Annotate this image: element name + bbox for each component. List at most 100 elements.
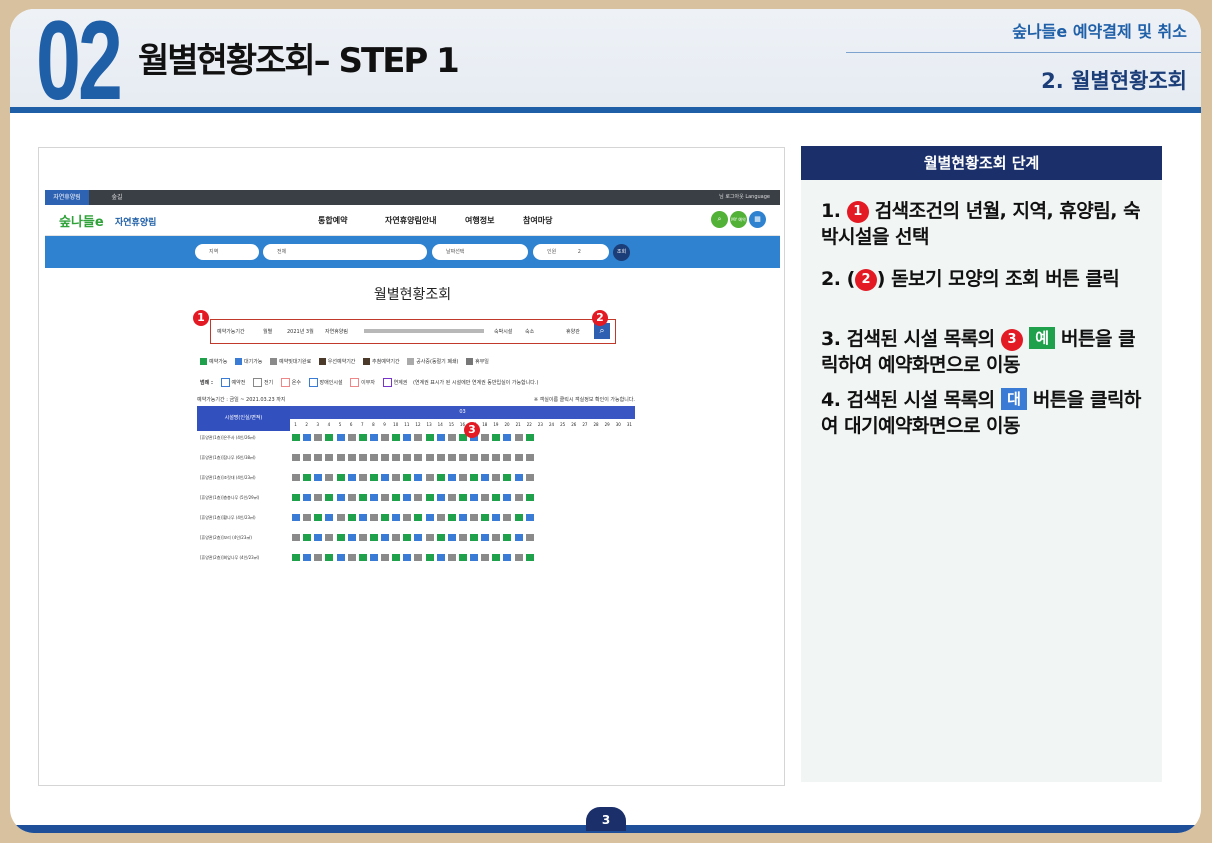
- availability-cell[interactable]: [381, 454, 390, 461]
- availability-cell[interactable]: [458, 454, 467, 461]
- top-links[interactable]: 님 로그아웃 Language: [719, 190, 770, 205]
- availability-cell[interactable]: [492, 514, 501, 521]
- availability-cell[interactable]: [425, 474, 434, 481]
- availability-cell[interactable]: [336, 554, 345, 561]
- facility-row-label[interactable]: [휴양관(2층)]회잎나무 (4인/23㎡): [200, 555, 259, 561]
- availability-cell[interactable]: [425, 554, 434, 561]
- availability-cell[interactable]: [447, 534, 456, 541]
- availability-cell[interactable]: [325, 494, 334, 501]
- availability-cell[interactable]: [503, 494, 512, 501]
- availability-cell[interactable]: [470, 554, 479, 561]
- availability-cell[interactable]: [425, 494, 434, 501]
- availability-cell[interactable]: [336, 494, 345, 501]
- availability-cell[interactable]: [358, 554, 367, 561]
- availability-cell[interactable]: [525, 534, 534, 541]
- availability-cell[interactable]: [492, 454, 501, 461]
- availability-cell[interactable]: [358, 474, 367, 481]
- availability-cell[interactable]: [503, 454, 512, 461]
- availability-cell[interactable]: [436, 514, 445, 521]
- availability-cell[interactable]: [292, 474, 300, 481]
- availability-cell[interactable]: [447, 474, 456, 481]
- availability-cell[interactable]: [403, 454, 412, 461]
- availability-cell[interactable]: [436, 554, 445, 561]
- availability-cell[interactable]: [358, 494, 367, 501]
- availability-cell[interactable]: [481, 514, 490, 521]
- availability-cell[interactable]: [481, 474, 490, 481]
- availability-cell[interactable]: [392, 454, 401, 461]
- availability-cell[interactable]: [425, 534, 434, 541]
- availability-cell[interactable]: [303, 514, 312, 521]
- availability-cell[interactable]: [381, 494, 390, 501]
- availability-cell[interactable]: [492, 494, 501, 501]
- availability-cell[interactable]: [292, 454, 300, 461]
- availability-cell[interactable]: [358, 454, 367, 461]
- availability-cell[interactable]: [503, 474, 512, 481]
- availability-cell[interactable]: [481, 434, 490, 441]
- menu-travel[interactable]: 여행정보: [465, 215, 494, 226]
- availability-cell[interactable]: [303, 494, 312, 501]
- facility-row-label[interactable]: [휴양관(1층)]은주사 (4인/26㎡): [200, 435, 256, 441]
- region-filter[interactable]: 자연휴양림: [325, 328, 348, 335]
- facility-row-label[interactable]: [휴양관(1층)]층층나무 (5인/29㎡): [200, 495, 259, 501]
- facility-row-label[interactable]: [휴양관(2층)]꼬리 (4인/23㎡): [200, 535, 252, 541]
- availability-cell[interactable]: [470, 474, 479, 481]
- availability-cell[interactable]: [358, 514, 367, 521]
- availability-cell[interactable]: [492, 434, 501, 441]
- availability-cell[interactable]: [458, 474, 467, 481]
- availability-cell[interactable]: [336, 514, 345, 521]
- availability-cell[interactable]: [347, 514, 356, 521]
- availability-cell[interactable]: [414, 434, 423, 441]
- availability-cell[interactable]: [314, 454, 323, 461]
- availability-cell[interactable]: [369, 534, 378, 541]
- menu-community[interactable]: 참여마당: [523, 215, 552, 226]
- availability-cell[interactable]: [347, 474, 356, 481]
- availability-cell[interactable]: [392, 474, 401, 481]
- availability-cell[interactable]: [336, 454, 345, 461]
- availability-cell[interactable]: [403, 514, 412, 521]
- availability-cell[interactable]: [447, 554, 456, 561]
- availability-cell[interactable]: [303, 474, 312, 481]
- availability-cell[interactable]: [292, 514, 300, 521]
- availability-cell[interactable]: [392, 514, 401, 521]
- availability-cell[interactable]: [314, 514, 323, 521]
- availability-cell[interactable]: [347, 454, 356, 461]
- availability-cell[interactable]: [447, 494, 456, 501]
- availability-cell[interactable]: [414, 454, 423, 461]
- availability-cell[interactable]: [436, 454, 445, 461]
- availability-cell[interactable]: [481, 554, 490, 561]
- availability-cell[interactable]: [369, 434, 378, 441]
- availability-cell[interactable]: [525, 494, 534, 501]
- availability-cell[interactable]: [481, 454, 490, 461]
- availability-cell[interactable]: [414, 474, 423, 481]
- menu-forest-info[interactable]: 자연휴양림안내: [385, 215, 437, 226]
- availability-cell[interactable]: [514, 434, 523, 441]
- availability-cell[interactable]: [369, 514, 378, 521]
- facility-row-label[interactable]: [휴양관(1층)]참나무 (6인/38㎡): [200, 455, 256, 461]
- availability-cell[interactable]: [492, 554, 501, 561]
- availability-cell[interactable]: [514, 494, 523, 501]
- availability-cell[interactable]: [458, 514, 467, 521]
- availability-cell[interactable]: [381, 474, 390, 481]
- availability-cell[interactable]: [503, 514, 512, 521]
- facility-row-label[interactable]: [휴양관(1층)]황나무 (4인/23㎡): [200, 515, 256, 521]
- availability-cell[interactable]: [458, 554, 467, 561]
- availability-cell[interactable]: [425, 454, 434, 461]
- availability-cell[interactable]: [403, 554, 412, 561]
- availability-cell[interactable]: [492, 534, 501, 541]
- availability-cell[interactable]: [292, 534, 300, 541]
- availability-cell[interactable]: [525, 434, 534, 441]
- availability-cell[interactable]: [325, 454, 334, 461]
- menu-reserve[interactable]: 통합예약: [318, 215, 347, 226]
- availability-cell[interactable]: [470, 494, 479, 501]
- availability-cell[interactable]: [325, 474, 334, 481]
- availability-cell[interactable]: [336, 534, 345, 541]
- availability-cell[interactable]: [503, 554, 512, 561]
- availability-cell[interactable]: [447, 514, 456, 521]
- availability-cell[interactable]: [381, 554, 390, 561]
- availability-cell[interactable]: [325, 434, 334, 441]
- availability-cell[interactable]: [414, 494, 423, 501]
- availability-cell[interactable]: [325, 554, 334, 561]
- availability-cell[interactable]: [369, 494, 378, 501]
- building-select[interactable]: 휴양관: [566, 328, 580, 335]
- availability-cell[interactable]: [503, 534, 512, 541]
